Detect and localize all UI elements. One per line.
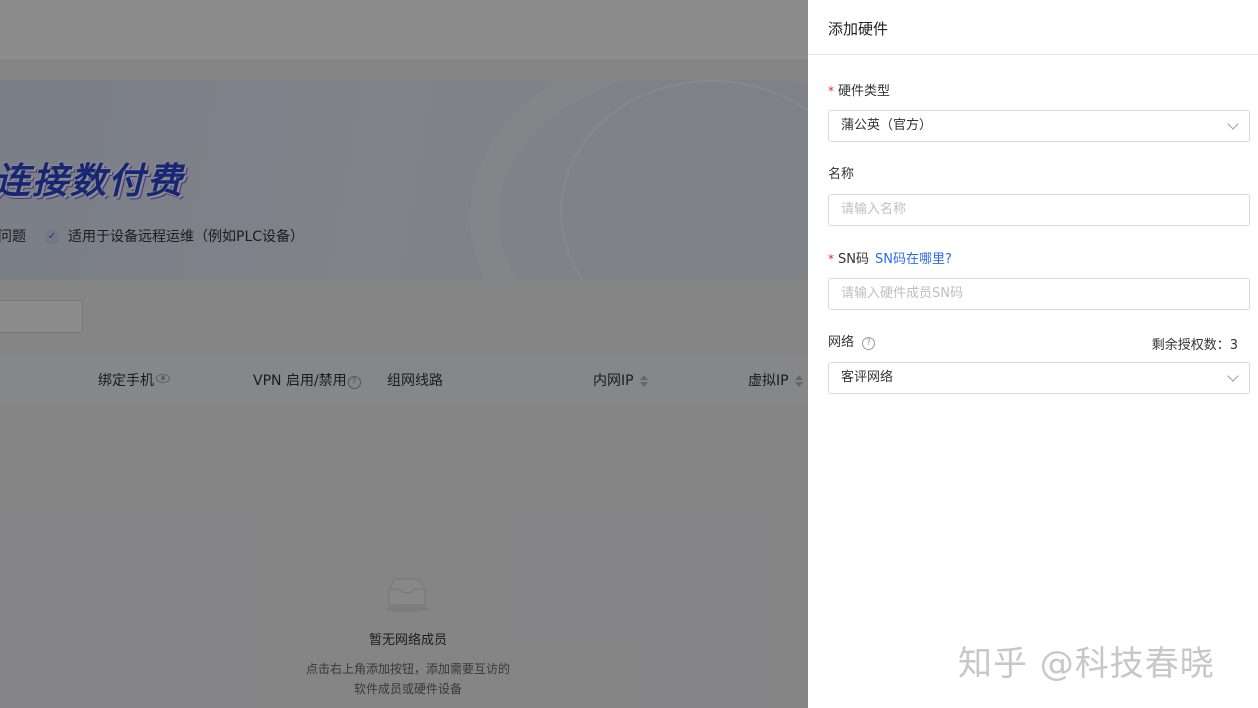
drawer-header: 添加硬件 (808, 0, 1258, 55)
modal-overlay[interactable] (0, 0, 808, 708)
add-hardware-drawer: 添加硬件 * 硬件类型 蒲公英（官方） 名称 请输入名称 * SN码 SN码在哪里? … (808, 0, 1258, 708)
chevron-down-icon (1227, 370, 1239, 382)
drawer-title: 添加硬件 (828, 20, 889, 38)
sn-label: * SN码 SN码在哪里? (828, 252, 952, 267)
sn-input[interactable]: 请输入硬件成员SN码 (828, 278, 1250, 310)
required-mark: * (828, 252, 834, 266)
network-select[interactable]: 客评网络 (828, 362, 1250, 394)
remaining-license-count: 剩余授权数：3 (1151, 338, 1238, 353)
hardware-type-select[interactable]: 蒲公英（官方） (828, 110, 1250, 142)
network-label: 网络 ? (828, 334, 876, 352)
watermark: 知乎 @科技春晓 (958, 644, 1215, 684)
chevron-down-icon (1227, 118, 1239, 130)
name-input[interactable]: 请输入名称 (828, 194, 1250, 226)
name-label: 名称 (828, 167, 855, 182)
hardware-type-label: * 硬件类型 (828, 84, 891, 99)
sn-help-link[interactable]: SN码在哪里? (875, 252, 952, 267)
required-mark: * (828, 84, 834, 98)
help-icon[interactable]: ? (862, 337, 876, 350)
